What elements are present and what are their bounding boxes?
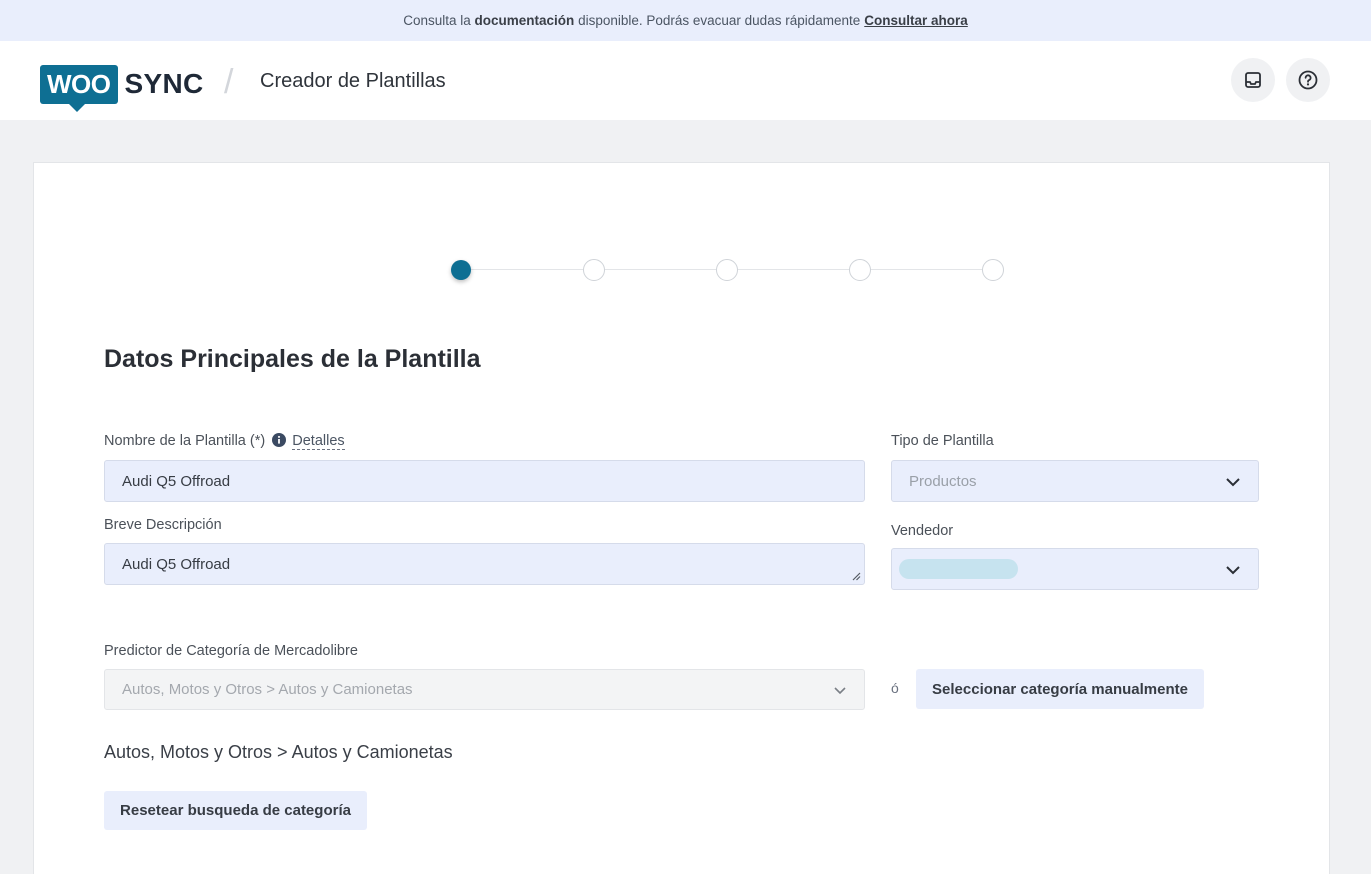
template-form-card: Datos Principales de la Plantilla Nombre… — [33, 162, 1330, 874]
category-predictor-label: Predictor de Categoría de Mercadolibre — [104, 643, 358, 659]
breadcrumb-separator: / — [224, 63, 234, 101]
app-header: WOO SYNC / Creador de Plantillas — [0, 41, 1371, 120]
template-name-input[interactable]: Audi Q5 Offroad — [104, 460, 865, 502]
chevron-down-icon — [1226, 566, 1240, 575]
logo-woo-badge: WOO — [40, 64, 118, 112]
step-2[interactable] — [583, 259, 605, 281]
resize-handle-icon[interactable] — [852, 572, 861, 581]
template-type-value: Productos — [909, 472, 977, 490]
seller-select[interactable] — [891, 548, 1259, 590]
template-name-value: Audi Q5 Offroad — [122, 472, 231, 490]
category-predictor-value: Autos, Motos y Otros > Autos y Camioneta… — [122, 681, 413, 698]
inbox-icon — [1245, 72, 1261, 88]
details-link[interactable]: Detalles — [292, 433, 345, 450]
short-description-value: Audi Q5 Offroad — [122, 555, 231, 573]
banner-prefix: Consulta la — [403, 13, 471, 28]
reset-category-search-button[interactable]: Resetear busqueda de categoría — [104, 791, 367, 830]
select-category-manually-button[interactable]: Seleccionar categoría manualmente — [916, 669, 1204, 709]
help-circle-icon — [1298, 70, 1318, 90]
banner-bold-text: documentación — [474, 13, 575, 28]
template-type-select[interactable]: Productos — [891, 460, 1259, 502]
banner-suffix: disponible. Podrás evacuar dudas rápidam… — [578, 13, 861, 28]
template-type-label: Tipo de Plantilla — [891, 433, 994, 449]
logo-woo-text: WOO — [47, 68, 111, 99]
category-predictor-select[interactable]: Autos, Motos y Otros > Autos y Camioneta… — [104, 669, 865, 710]
page-title: Creador de Plantillas — [260, 70, 446, 92]
short-description-textarea[interactable]: Audi Q5 Offroad — [104, 543, 865, 585]
short-description-label: Breve Descripción — [104, 517, 222, 533]
seller-label: Vendedor — [891, 523, 954, 539]
inbox-button[interactable] — [1231, 58, 1275, 102]
documentation-banner: Consulta la documentación disponible. Po… — [0, 0, 1371, 41]
template-name-label-text: Nombre de la Plantilla (*) — [104, 433, 266, 449]
or-text: ó — [891, 680, 899, 696]
step-5[interactable] — [982, 259, 1004, 281]
info-icon — [272, 433, 287, 447]
chevron-down-icon — [834, 687, 846, 695]
selected-category-text: Autos, Motos y Otros > Autos y Camioneta… — [104, 742, 453, 762]
woosync-logo[interactable]: WOO SYNC — [40, 61, 204, 112]
consult-now-link[interactable]: Consultar ahora — [864, 13, 968, 28]
help-button[interactable] — [1286, 58, 1330, 102]
step-1[interactable] — [451, 260, 471, 280]
section-title: Datos Principales de la Plantilla — [104, 345, 481, 373]
wizard-stepper — [34, 163, 1331, 303]
redacted-seller-value — [899, 559, 1018, 579]
step-4[interactable] — [849, 259, 871, 281]
step-3[interactable] — [716, 259, 738, 281]
logo-sync-text: SYNC — [124, 68, 204, 99]
template-name-label: Nombre de la Plantilla (*) Detalles — [104, 433, 345, 450]
chevron-down-icon — [1226, 478, 1240, 487]
